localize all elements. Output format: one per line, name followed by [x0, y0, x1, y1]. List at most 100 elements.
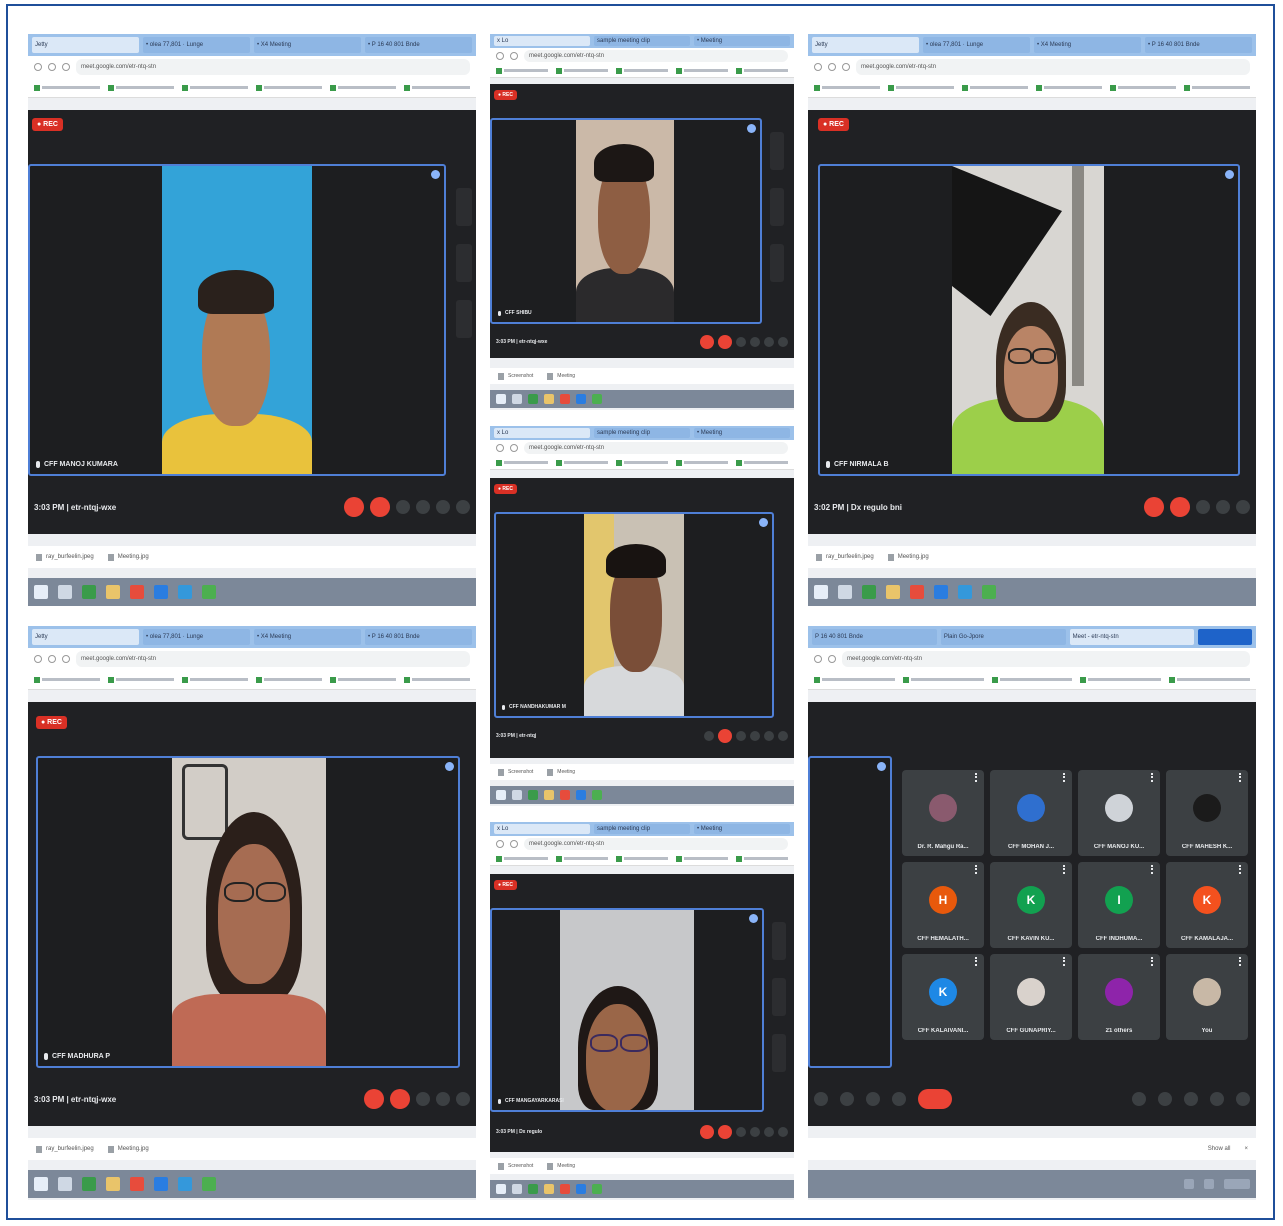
browser-tab[interactable]: • Meeting: [694, 428, 790, 438]
download-item[interactable]: Screenshot: [498, 768, 533, 776]
mic-toggle-button[interactable]: [1144, 497, 1164, 517]
edge-icon[interactable]: [178, 585, 192, 599]
excel-icon[interactable]: [528, 394, 538, 404]
download-item[interactable]: Screenshot: [498, 1162, 533, 1170]
chrome-icon[interactable]: [560, 790, 570, 800]
start-icon[interactable]: [34, 1177, 48, 1191]
pin-icon[interactable]: [445, 762, 454, 771]
bookmark[interactable]: [736, 67, 788, 74]
pin-icon[interactable]: [747, 124, 756, 133]
bookmark[interactable]: [616, 67, 668, 74]
browser-tab[interactable]: • olea 77,801 · Lunge: [143, 37, 250, 53]
raise-hand-button[interactable]: [750, 337, 760, 347]
participant-tile[interactable]: CFF MOHAN J...: [990, 770, 1072, 856]
more-vert-icon[interactable]: [1063, 773, 1068, 782]
url-field[interactable]: meet.google.com/etr-ntq-stn: [856, 59, 1250, 75]
present-button[interactable]: [764, 731, 774, 741]
browser-tab[interactable]: • X4 Meeting: [254, 629, 361, 645]
bookmark[interactable]: [814, 676, 895, 683]
host-controls-icon[interactable]: [1236, 1092, 1250, 1106]
back-icon[interactable]: [814, 655, 822, 663]
more-vert-icon[interactable]: [1151, 773, 1156, 782]
reload-icon[interactable]: [62, 655, 70, 663]
browser-tab[interactable]: Jetty: [812, 37, 919, 53]
url-field[interactable]: meet.google.com/etr-ntq-stn: [524, 442, 788, 454]
browser-tab[interactable]: x Lo: [494, 36, 590, 46]
browser-tab[interactable]: Meet - etr-ntq-stn: [1069, 629, 1195, 645]
more-vert-icon[interactable]: [1239, 773, 1244, 782]
bookmark[interactable]: [34, 84, 100, 91]
bookmark[interactable]: [108, 84, 174, 91]
excel-icon[interactable]: [528, 790, 538, 800]
show-all-downloads[interactable]: Show all: [1208, 1146, 1231, 1152]
chrome-icon[interactable]: [560, 1184, 570, 1194]
raise-hand-button[interactable]: [750, 1127, 760, 1137]
reload-icon[interactable]: [510, 52, 518, 60]
back-icon[interactable]: [496, 840, 504, 848]
browser-tab[interactable]: sample meeting clip: [594, 824, 690, 834]
video-tile[interactable]: CFF MANOJ KUMARA: [28, 164, 446, 476]
mail-icon[interactable]: [576, 790, 586, 800]
captions-button[interactable]: [814, 1092, 828, 1106]
back-icon[interactable]: [496, 444, 504, 452]
pin-icon[interactable]: [749, 914, 758, 923]
video-tile[interactable]: CFF MANGAYARKARASI: [490, 908, 764, 1112]
excel-icon[interactable]: [82, 1177, 96, 1191]
pin-icon[interactable]: [877, 762, 886, 771]
tray-icon[interactable]: [1204, 1179, 1214, 1189]
app-icon[interactable]: [592, 1184, 602, 1194]
participant-tile[interactable]: 21 others: [1078, 954, 1160, 1040]
download-item[interactable]: ray_burfeelin.jpeg: [816, 553, 874, 561]
app-icon[interactable]: [592, 394, 602, 404]
bookmark[interactable]: [1080, 676, 1162, 683]
bookmark[interactable]: [556, 67, 608, 74]
back-icon[interactable]: [34, 655, 42, 663]
bookmark[interactable]: [404, 84, 470, 91]
bookmark[interactable]: [991, 676, 1073, 683]
bookmark[interactable]: [1110, 84, 1176, 91]
bookmark[interactable]: [556, 855, 608, 862]
browser-tab[interactable]: Jetty: [32, 629, 139, 645]
bookmark[interactable]: [962, 84, 1028, 91]
browser-tab[interactable]: • P 16 40 801 Bnde: [1145, 37, 1252, 53]
folder-icon[interactable]: [544, 394, 554, 404]
search-icon[interactable]: [512, 394, 522, 404]
more-vert-icon[interactable]: [1239, 957, 1244, 966]
download-item[interactable]: Meeting.jpg: [107, 1145, 149, 1153]
url-field[interactable]: meet.google.com/etr-ntq-stn: [76, 651, 470, 667]
forward-icon[interactable]: [828, 63, 836, 71]
bookmark[interactable]: [888, 84, 954, 91]
folder-icon[interactable]: [106, 1177, 120, 1191]
folder-icon[interactable]: [544, 790, 554, 800]
app-icon[interactable]: [982, 585, 996, 599]
more-vert-icon[interactable]: [975, 773, 980, 782]
video-tile[interactable]: [808, 756, 892, 1068]
camera-toggle-button[interactable]: [390, 1089, 410, 1109]
browser-tab[interactable]: Plain Go-Jpore: [940, 629, 1066, 645]
more-vert-icon[interactable]: [1151, 957, 1156, 966]
start-icon[interactable]: [34, 585, 48, 599]
bookmark[interactable]: [404, 676, 470, 683]
bookmark[interactable]: [182, 84, 248, 91]
activities-icon[interactable]: [1210, 1092, 1224, 1106]
more-vert-icon[interactable]: [975, 865, 980, 874]
folder-icon[interactable]: [544, 1184, 554, 1194]
browser-tab[interactable]: • olea 77,801 · Lunge: [923, 37, 1030, 53]
browser-tab[interactable]: Jetty: [32, 37, 139, 53]
bookmark[interactable]: [676, 67, 728, 74]
more-vert-icon[interactable]: [975, 957, 980, 966]
start-icon[interactable]: [496, 790, 506, 800]
more-options-button[interactable]: [778, 337, 788, 347]
search-icon[interactable]: [512, 790, 522, 800]
end-call-button[interactable]: [918, 1089, 952, 1109]
captions-button[interactable]: [1196, 500, 1210, 514]
start-icon[interactable]: [496, 394, 506, 404]
edge-icon[interactable]: [958, 585, 972, 599]
app-icon[interactable]: [202, 585, 216, 599]
download-item[interactable]: Screenshot: [498, 372, 533, 380]
tray-icon[interactable]: [1184, 1179, 1194, 1189]
camera-toggle-button[interactable]: [1170, 497, 1190, 517]
captions-button[interactable]: [736, 731, 746, 741]
bookmark[interactable]: [182, 676, 248, 683]
more-vert-icon[interactable]: [1151, 865, 1156, 874]
